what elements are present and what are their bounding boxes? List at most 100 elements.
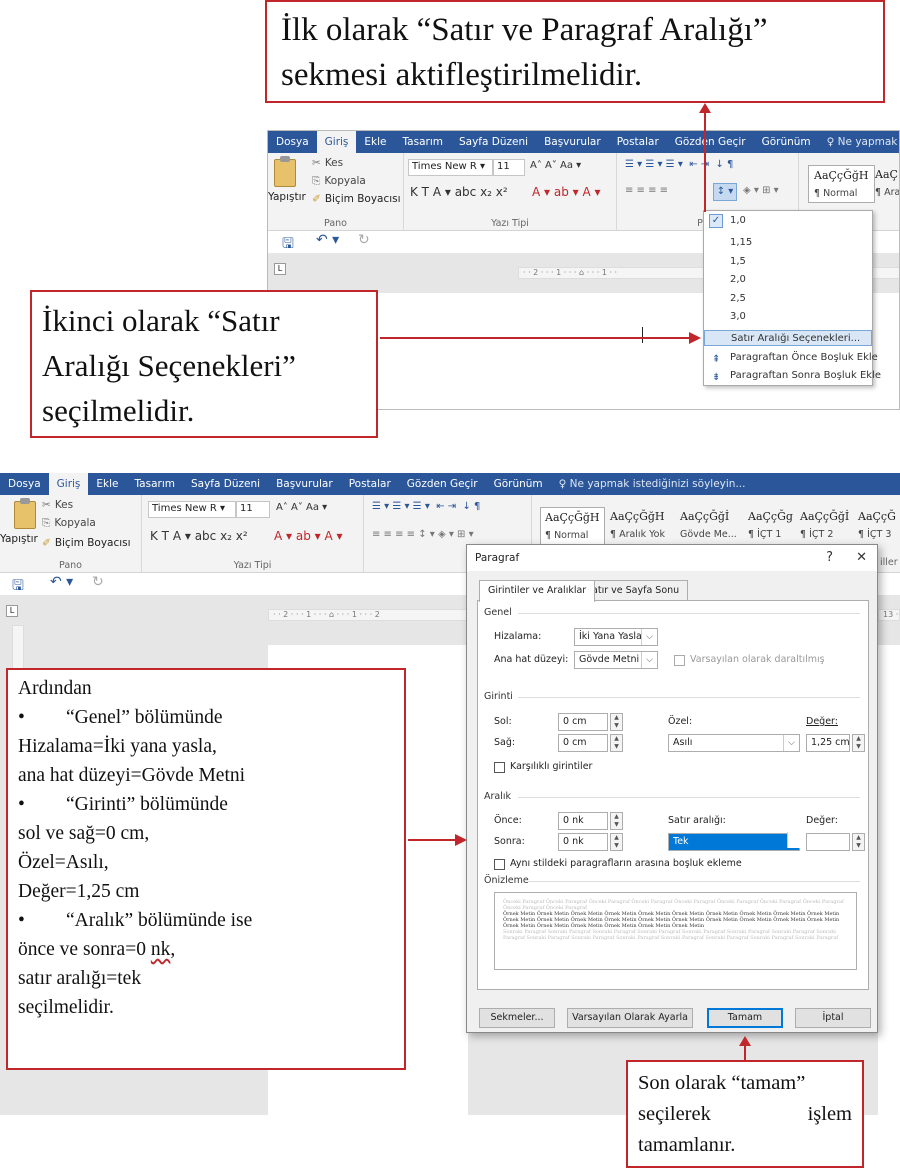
paste-icon[interactable]: [14, 498, 36, 529]
copy-icon: ⎘: [312, 175, 321, 187]
help-button[interactable]: ?: [826, 545, 833, 571]
tabs-button[interactable]: Sekmeler...: [479, 1008, 555, 1028]
menu-gozden-gecir[interactable]: Gözden Geçir: [667, 136, 754, 148]
copy-button[interactable]: ⎘ Kopyala: [42, 517, 96, 530]
menu-gorunum[interactable]: Görünüm: [754, 136, 819, 148]
spacing-option-3-0[interactable]: 3,0: [704, 309, 872, 325]
by-spinner[interactable]: ▲ ▼: [852, 734, 865, 752]
by-input[interactable]: 1,25 cm: [806, 734, 850, 752]
menu-gozden-gecir[interactable]: Gözden Geçir: [399, 478, 486, 490]
font-name-select[interactable]: Times New R ▾: [148, 501, 236, 518]
add-space-after-item[interactable]: ⇟ Paragraftan Sonra Boşluk Ekle: [704, 368, 881, 384]
cancel-button[interactable]: İptal: [795, 1008, 871, 1028]
document-page-right[interactable]: [878, 645, 900, 1115]
close-button[interactable]: ✕: [856, 545, 867, 571]
before-input[interactable]: 0 nk: [558, 812, 608, 830]
spacing-option-2-0[interactable]: 2,0: [704, 272, 872, 288]
left-indent-input[interactable]: 0 cm: [558, 713, 608, 731]
font-size-select[interactable]: 11: [493, 159, 525, 176]
set-default-button[interactable]: Varsayılan Olarak Ayarla: [567, 1008, 693, 1028]
left-indent-spinner[interactable]: ▲ ▼: [610, 713, 623, 731]
style-ict-3[interactable]: AaÇçĞ ¶ İÇT 3: [858, 510, 896, 540]
menu-ekle[interactable]: Ekle: [88, 478, 126, 490]
font-tools[interactable]: A˄ A˅ Aa ▾: [276, 502, 327, 513]
before-spinner[interactable]: ▲ ▼: [610, 812, 623, 830]
menu-giris[interactable]: Giriş: [48, 473, 89, 495]
menu-postalar[interactable]: Postalar: [341, 478, 399, 490]
menu-basvurular[interactable]: Başvurular: [268, 478, 341, 490]
special-select[interactable]: Asılı ⌵: [668, 734, 800, 752]
format-buttons[interactable]: K T A ▾ abc x₂ x²: [410, 185, 508, 199]
ok-button[interactable]: Tamam: [707, 1008, 783, 1028]
spacing-option-1-0[interactable]: ✓ 1,0: [704, 213, 872, 229]
after-input[interactable]: 0 nk: [558, 833, 608, 851]
right-indent-spinner[interactable]: ▲ ▼: [610, 734, 623, 752]
align-buttons[interactable]: ≡ ≡ ≡ ≡ ↕ ▾ ◈ ▾ ⊞ ▾: [372, 529, 474, 540]
style-aralik[interactable]: AaÇ¶ Aral: [875, 168, 899, 198]
menu-tasarim[interactable]: Tasarım: [127, 478, 183, 490]
callout-line: satır aralığı=tek: [18, 968, 142, 989]
menu-ekle[interactable]: Ekle: [356, 136, 394, 148]
spacing-option-1-15[interactable]: 1,15: [704, 235, 872, 251]
tell-me-input[interactable]: ♀ Ne yapmak ist: [819, 136, 899, 148]
right-indent-input[interactable]: 0 cm: [558, 734, 608, 752]
tab-selector[interactable]: L: [274, 263, 286, 275]
spacing-option-1-5[interactable]: 1,5: [704, 254, 872, 270]
undo-icon[interactable]: ↶ ▾: [50, 574, 73, 590]
section-preview: Önizleme: [484, 875, 529, 886]
tab-indents-spacing[interactable]: Girintiler ve Aralıklar: [479, 580, 596, 602]
paste-button[interactable]: Yapıştır: [0, 533, 38, 545]
font-size-select[interactable]: 11: [236, 501, 270, 518]
font-name-select[interactable]: Times New R ▾: [408, 159, 493, 176]
format-painter-button[interactable]: ✐ Biçim Boyacısı: [312, 193, 401, 205]
at-input[interactable]: [806, 833, 850, 851]
mirror-indents-checkbox[interactable]: [494, 762, 505, 773]
copy-button[interactable]: ⎘ Kopyala: [312, 175, 366, 188]
paste-button[interactable]: Yapıştır: [268, 191, 306, 203]
outline-level-select[interactable]: Gövde Metni ⌵: [574, 651, 658, 669]
collapsed-checkbox[interactable]: [674, 655, 685, 666]
style-aralik-yok[interactable]: AaÇçĞğH ¶ Aralık Yok: [610, 510, 665, 540]
undo-icon[interactable]: ↶ ▾: [316, 232, 339, 248]
shading-borders-buttons[interactable]: ◈ ▾ ⊞ ▾: [743, 185, 779, 196]
list-buttons[interactable]: ☰ ▾ ☰ ▾ ☰ ▾ ⇤ ⇥ ↓ ¶: [625, 159, 733, 170]
after-spinner[interactable]: ▲ ▼: [610, 833, 623, 851]
add-space-before-item[interactable]: ⇞ Paragraftan Önce Boşluk Ekle: [704, 350, 878, 366]
menu-basvurular[interactable]: Başvurular: [536, 136, 609, 148]
style-govde-metni[interactable]: AaÇçĞğİ Gövde Me...: [680, 510, 737, 540]
menu-dosya[interactable]: Dosya: [268, 136, 317, 148]
line-spacing-button[interactable]: ↕ ▾: [713, 183, 737, 201]
list-buttons[interactable]: ☰ ▾ ☰ ▾ ☰ ▾ ⇤ ⇥ ↓ ¶: [372, 501, 480, 512]
cut-button[interactable]: ✂ Kes: [312, 157, 343, 169]
color-buttons[interactable]: A ▾ ab ▾ A ▾: [274, 529, 343, 543]
format-painter-button[interactable]: ✐ Biçim Boyacısı: [42, 537, 131, 549]
spacing-option-2-5[interactable]: 2,5: [704, 291, 872, 307]
cut-button[interactable]: ✂ Kes: [42, 499, 73, 511]
style-ict-1[interactable]: AaÇçĞg ¶ İÇT 1: [748, 510, 793, 540]
style-normal[interactable]: AaÇçĞğH ¶ Normal: [808, 165, 875, 203]
alignment-select[interactable]: İki Yana Yasla ⌵: [574, 628, 658, 646]
dont-add-space-checkbox[interactable]: [494, 859, 505, 870]
tab-selector[interactable]: L: [6, 605, 18, 617]
line-spacing-select[interactable]: Tek ⌵: [668, 832, 803, 851]
menu-sayfa-duzeni[interactable]: Sayfa Düzeni: [451, 136, 536, 148]
color-buttons[interactable]: A ▾ ab ▾ A ▾: [532, 185, 601, 199]
menu-sayfa-duzeni[interactable]: Sayfa Düzeni: [183, 478, 268, 490]
menu-dosya[interactable]: Dosya: [0, 478, 49, 490]
line-spacing-options-item[interactable]: Satır Aralığı Seçenekleri...: [704, 330, 872, 346]
menu-postalar[interactable]: Postalar: [609, 136, 667, 148]
tell-me-input[interactable]: ♀ Ne yapmak istediğinizi söyleyin...: [551, 478, 754, 490]
style-ict-2[interactable]: AaÇçĞğİ ¶ İÇT 2: [800, 510, 849, 540]
align-buttons[interactable]: ≡ ≡ ≡ ≡: [625, 185, 668, 196]
font-tools[interactable]: A˄ A˅ Aa ▾: [530, 160, 581, 171]
menu-giris[interactable]: Giriş: [316, 131, 357, 153]
paste-icon[interactable]: [274, 156, 296, 187]
format-buttons[interactable]: K T A ▾ abc x₂ x²: [150, 529, 248, 543]
style-normal[interactable]: AaÇçĞğH ¶ Normal: [540, 507, 605, 545]
redo-icon[interactable]: ↻: [92, 574, 104, 590]
redo-icon[interactable]: ↻: [358, 232, 370, 248]
outline-level-label: Ana hat düzeyi:: [494, 654, 569, 665]
at-spinner[interactable]: ▲ ▼: [852, 833, 865, 851]
menu-tasarim[interactable]: Tasarım: [395, 136, 451, 148]
menu-gorunum[interactable]: Görünüm: [486, 478, 551, 490]
